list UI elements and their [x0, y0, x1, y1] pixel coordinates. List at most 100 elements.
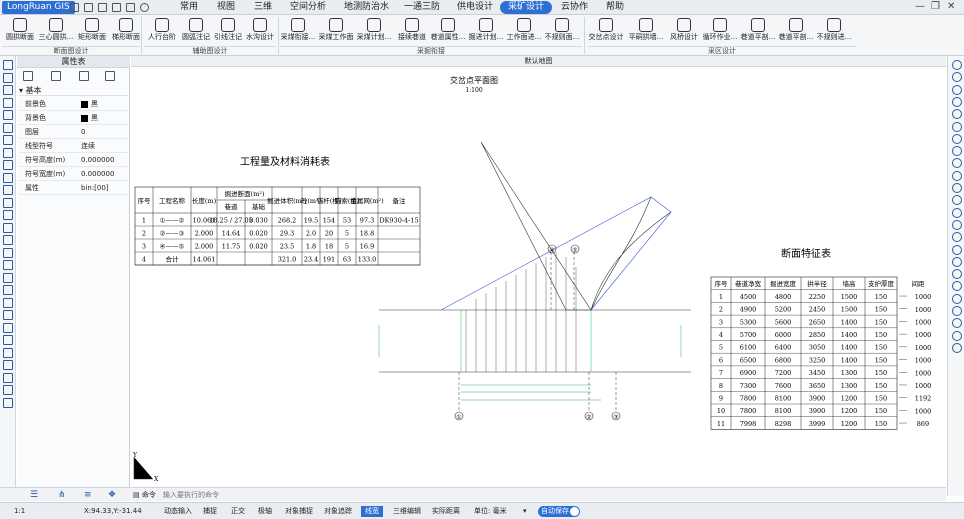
- prop-row[interactable]: 属性 bin:[00]: [19, 181, 128, 195]
- layers-icon[interactable]: [105, 71, 115, 81]
- stack-icon[interactable]: ❖: [108, 490, 116, 500]
- prop-row[interactable]: 图层 0: [19, 125, 128, 139]
- edit-tool-icon[interactable]: [952, 109, 962, 120]
- draw-tool-icon[interactable]: [3, 372, 13, 383]
- draw-tool-icon[interactable]: [3, 110, 13, 120]
- edit-tool-icon[interactable]: [952, 96, 962, 107]
- menu-help[interactable]: 帮助: [602, 1, 628, 14]
- menu-spatial-analysis[interactable]: 空间分析: [286, 1, 330, 14]
- status-dynamic-input[interactable]: 动态输入: [160, 506, 196, 517]
- ribbon-btn-adit-wall[interactable]: 平硐拱墙...: [628, 17, 664, 45]
- maximize-icon[interactable]: ❐: [931, 1, 940, 12]
- ribbon-btn-leader-note[interactable]: 引线注记: [210, 17, 246, 45]
- edit-tool-icon[interactable]: [952, 293, 962, 304]
- edit-tool-icon[interactable]: [952, 72, 962, 83]
- draw-tool-icon[interactable]: [3, 222, 13, 233]
- prop-row[interactable]: 背景色 黑: [19, 111, 128, 125]
- status-lineweight[interactable]: 线宽: [361, 506, 383, 517]
- edit-tool-icon[interactable]: [952, 133, 962, 144]
- close-icon[interactable]: ✕: [947, 1, 955, 12]
- draw-tool-icon[interactable]: [3, 97, 13, 108]
- edit-tool-icon[interactable]: [952, 281, 962, 292]
- edit-tool-icon[interactable]: [952, 330, 962, 341]
- edit-tool-icon[interactable]: [952, 306, 962, 316]
- edit-tool-icon[interactable]: [952, 207, 962, 218]
- edit-tool-icon[interactable]: [952, 195, 962, 206]
- edit-tool-icon[interactable]: [952, 256, 962, 267]
- prop-value[interactable]: 0: [81, 125, 128, 139]
- edit-tool-icon[interactable]: [952, 60, 962, 70]
- menu-common[interactable]: 常用: [176, 1, 202, 14]
- draw-tool-icon[interactable]: [3, 197, 13, 208]
- open-file-icon[interactable]: [84, 3, 93, 12]
- ribbon-btn-junction[interactable]: 交岔点设计: [588, 17, 624, 45]
- autosave-toggle[interactable]: 自动保存: [538, 506, 580, 517]
- prop-value[interactable]: 连续: [81, 139, 128, 153]
- draw-tool-icon[interactable]: [3, 60, 13, 70]
- status-object-snap[interactable]: 对象捕捉: [281, 506, 317, 517]
- edit-tool-icon[interactable]: [952, 170, 962, 181]
- list-icon[interactable]: ☰: [30, 490, 38, 500]
- minimize-icon[interactable]: —: [915, 1, 925, 12]
- menu-power-design[interactable]: 供电设计: [453, 1, 497, 14]
- ribbon-btn-face-progress[interactable]: 工作面进...: [506, 17, 542, 45]
- prop-row[interactable]: 前景色 黑: [19, 97, 128, 111]
- edit-tool-icon[interactable]: [952, 244, 962, 255]
- menu-mining-design[interactable]: 采矿设计: [500, 1, 553, 14]
- draw-tool-icon[interactable]: [3, 135, 13, 145]
- prop-value[interactable]: 0.000000: [81, 153, 128, 167]
- ribbon-btn-three-center[interactable]: 三心圆拱...: [38, 17, 74, 45]
- doc-view-icon[interactable]: [51, 71, 61, 81]
- command-input[interactable]: [163, 489, 943, 500]
- ribbon-btn-rect-section[interactable]: 矩形断面: [74, 17, 110, 45]
- draw-tool-icon[interactable]: [3, 297, 13, 308]
- ribbon-btn-irregular-face[interactable]: 不规则面...: [544, 17, 580, 45]
- prop-row[interactable]: 符号宽度(m) 0.000000: [19, 167, 128, 181]
- draw-tool-icon[interactable]: [3, 210, 13, 220]
- canvas-tab-default-map[interactable]: 默认地图: [131, 56, 946, 67]
- draw-tool-icon[interactable]: [3, 72, 13, 83]
- draw-tool-icon[interactable]: [3, 247, 13, 258]
- edit-tool-icon[interactable]: [952, 232, 962, 243]
- prop-row[interactable]: 线型符号 连续: [19, 139, 128, 153]
- draw-tool-icon[interactable]: [3, 147, 13, 158]
- draw-tool-icon[interactable]: [3, 285, 13, 295]
- ribbon-btn-roadway-section-1[interactable]: 巷道平剖...: [740, 17, 776, 45]
- menu-geo-survey[interactable]: 地测防治水: [340, 1, 393, 14]
- draw-tool-icon[interactable]: [3, 322, 13, 333]
- menu-3d[interactable]: 三维: [250, 1, 276, 14]
- draw-tool-icon[interactable]: [3, 235, 13, 245]
- ribbon-btn-roadway-section-2[interactable]: 巷道平剖...: [778, 17, 814, 45]
- status-object-track[interactable]: 对象追踪: [320, 506, 356, 517]
- ribbon-btn-mining-link[interactable]: 采煤衔接...: [280, 17, 316, 45]
- status-real-distance[interactable]: 实际距离: [428, 506, 464, 517]
- edit-tool-icon[interactable]: [952, 158, 962, 169]
- edit-tool-icon[interactable]: [952, 146, 962, 157]
- edit-tool-icon[interactable]: [952, 183, 962, 193]
- draw-tool-icon[interactable]: [3, 172, 13, 183]
- menu-ventilation[interactable]: 一通三防: [400, 1, 444, 14]
- draw-tool-icon[interactable]: [3, 85, 13, 95]
- draw-tool-icon[interactable]: [3, 272, 13, 283]
- prop-value[interactable]: 黑: [81, 97, 128, 111]
- draw-tool-icon[interactable]: [3, 360, 13, 370]
- status-polar[interactable]: 极轴: [254, 506, 276, 517]
- ribbon-btn-heading-plan[interactable]: 掘进计划...: [468, 17, 504, 45]
- ribbon-btn-trapezoid-section[interactable]: 梯形断面: [108, 17, 144, 45]
- print-icon[interactable]: [112, 3, 121, 12]
- prop-row[interactable]: 符号高度(m) 0.000000: [19, 153, 128, 167]
- status-snap[interactable]: 捕捉: [199, 506, 221, 517]
- draw-tool-icon[interactable]: [3, 185, 13, 195]
- status-3d-edit[interactable]: 三维编辑: [389, 506, 425, 517]
- draw-tool-icon[interactable]: [3, 385, 13, 395]
- edit-tool-icon[interactable]: [952, 121, 962, 132]
- redo-icon[interactable]: [140, 3, 149, 12]
- ribbon-btn-mining-plan[interactable]: 采煤计划...: [356, 17, 392, 45]
- filter-icon[interactable]: [79, 71, 89, 81]
- draw-tool-icon[interactable]: [3, 310, 13, 320]
- edit-tool-icon[interactable]: [952, 342, 962, 353]
- edit-tool-icon[interactable]: [952, 84, 962, 95]
- grid-view-icon[interactable]: [23, 71, 33, 81]
- props-section-basic[interactable]: ▾ 基本: [19, 85, 128, 96]
- unit-dropdown-icon[interactable]: ▾: [519, 506, 531, 517]
